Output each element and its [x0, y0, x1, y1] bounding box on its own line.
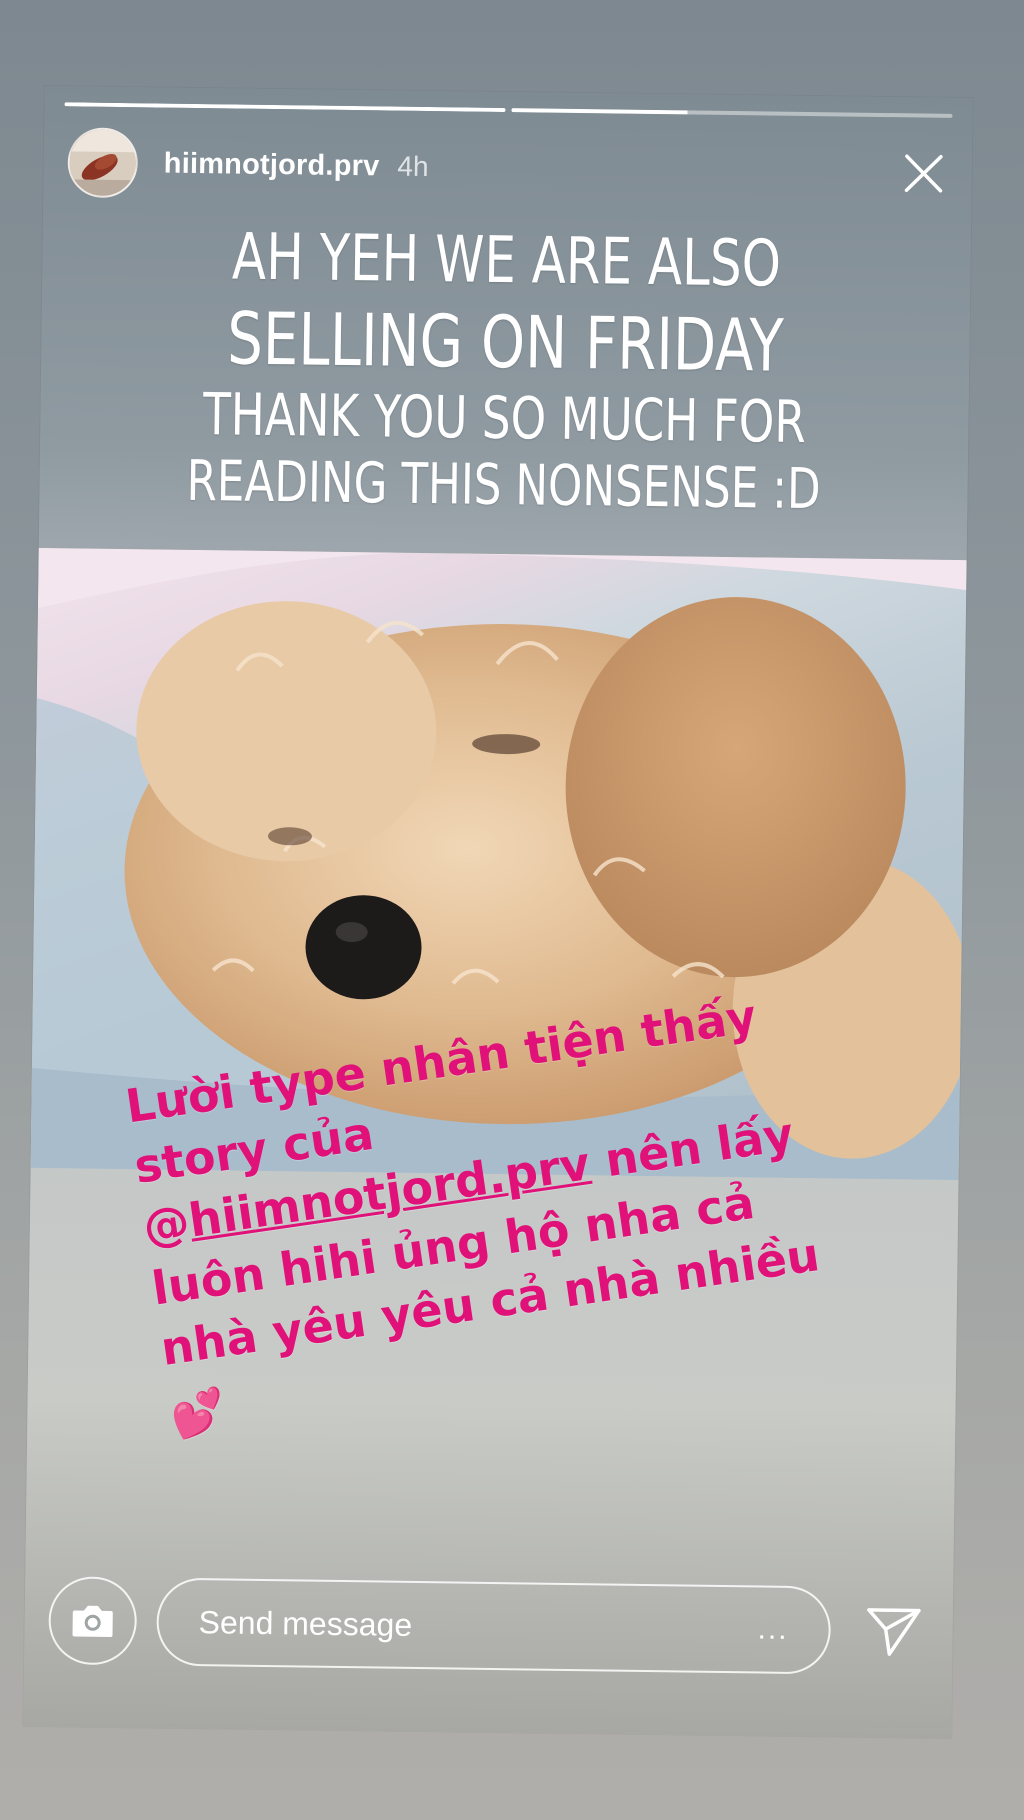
story-header: hiimnotjord.prv 4h — [67, 124, 948, 212]
progress-segment — [511, 108, 953, 118]
headline-line: THANK YOU SO MUCH FOR — [202, 380, 807, 457]
progress-fill — [511, 108, 688, 115]
story-viewer[interactable]: hiimnotjord.prv 4h AH YEH WE ARE ALSO SE… — [23, 85, 973, 1739]
send-button[interactable] — [858, 1596, 929, 1667]
story-username[interactable]: hiimnotjord.prv — [164, 147, 380, 183]
send-icon — [867, 1608, 921, 1656]
headline-line: AH YEH WE ARE ALSO — [231, 220, 782, 302]
story-progress — [64, 102, 953, 118]
more-options-button[interactable]: ... — [757, 1612, 788, 1646]
progress-fill — [64, 102, 506, 113]
headline-line: READING THIS NONSENSE :D — [186, 448, 822, 523]
camera-button[interactable] — [48, 1576, 138, 1666]
mention-at: @ — [139, 1194, 194, 1255]
story-headline-text: AH YEH WE ARE ALSO SELLING ON FRIDAY THA… — [141, 219, 869, 523]
progress-segment — [64, 102, 506, 113]
avatar[interactable] — [67, 127, 139, 199]
message-input[interactable] — [198, 1603, 738, 1648]
headline-line: SELLING ON FRIDAY — [226, 295, 785, 388]
close-button[interactable] — [899, 149, 948, 198]
hearts-emoji: 💕 — [167, 1384, 230, 1444]
send-message-field[interactable]: ... — [156, 1577, 832, 1675]
story-timestamp: 4h — [397, 150, 429, 183]
avatar-image — [69, 129, 137, 197]
reply-bar: ... — [24, 1572, 953, 1680]
close-icon — [904, 154, 943, 193]
camera-icon — [72, 1605, 113, 1637]
